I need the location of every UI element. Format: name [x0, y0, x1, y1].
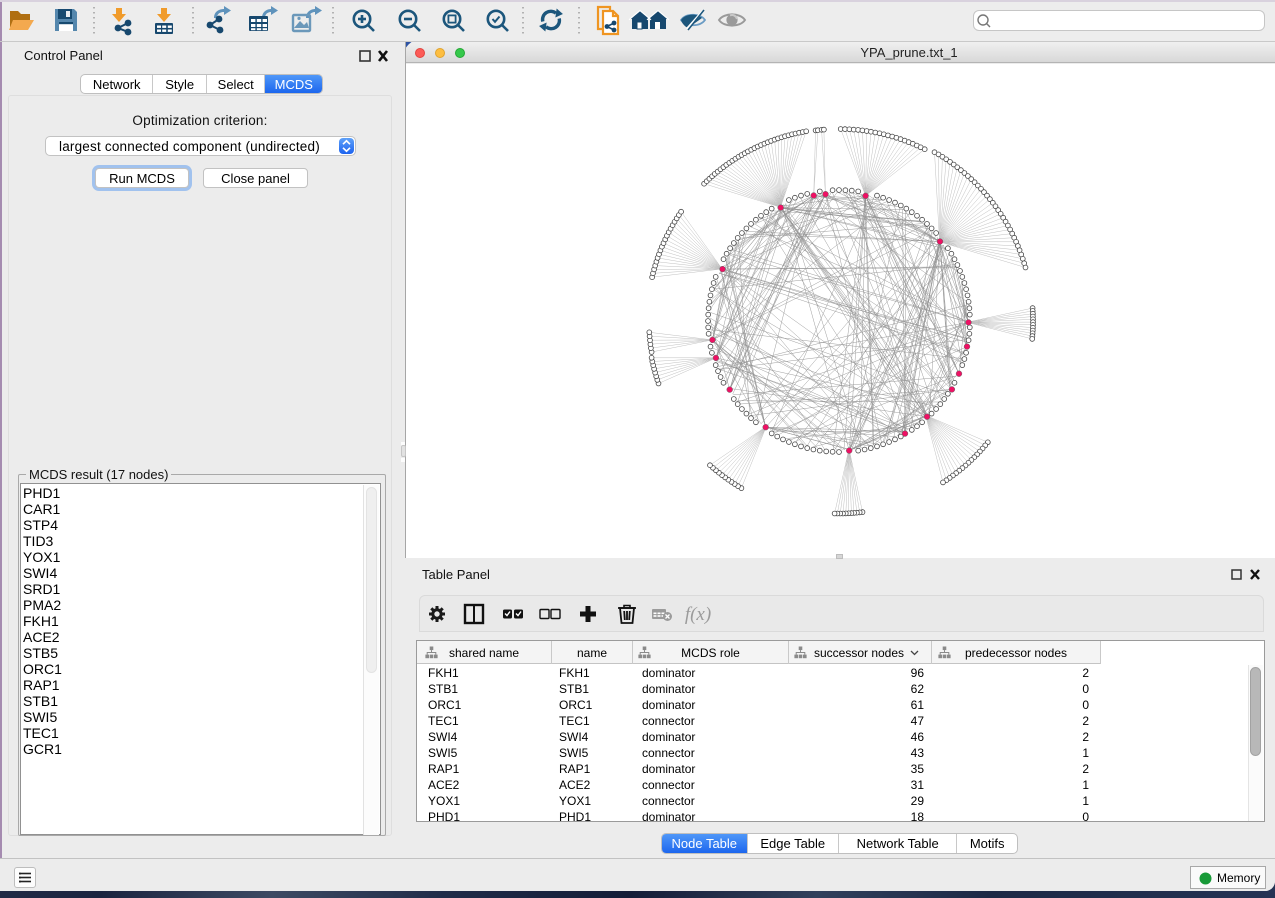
svg-text:f(x): f(x) — [685, 604, 711, 625]
